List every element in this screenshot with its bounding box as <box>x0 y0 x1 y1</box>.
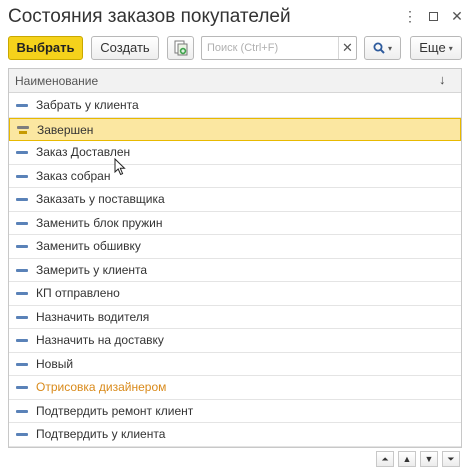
copy-add-icon <box>174 40 187 56</box>
row-label: КП отправлено <box>36 286 120 300</box>
catalog-item-icon <box>17 125 29 134</box>
magnifier-icon <box>373 42 385 54</box>
more-vertical-icon[interactable]: ⋮ <box>402 8 418 24</box>
row-label: Заказ Доставлен <box>36 145 131 159</box>
toolbar: Выбрать Создать ✕ ▾ Еще▾ <box>0 36 476 62</box>
catalog-item-icon <box>16 409 28 413</box>
catalog-item-icon <box>16 104 28 107</box>
row-label: Забрать у клиента <box>36 98 139 112</box>
table-row[interactable]: Отрисовка дизайнером <box>9 376 461 400</box>
catalog-item-icon <box>16 245 28 248</box>
row-label: Заменить обшивку <box>36 239 141 253</box>
more-label: Еще <box>419 40 446 55</box>
more-button[interactable]: Еще ▾ <box>410 36 462 60</box>
table-header[interactable]: Наименование ↓ <box>9 69 461 93</box>
create-button[interactable]: Создать <box>91 36 159 60</box>
copy-add-button[interactable] <box>167 36 194 60</box>
catalog-item-icon <box>16 174 28 178</box>
table-row[interactable]: Подтвердить у клиента <box>9 423 461 447</box>
chevron-down-icon: ▾ <box>387 43 392 53</box>
table-row[interactable]: Заменить обшивку <box>9 235 461 259</box>
search-field: ✕ <box>201 36 357 60</box>
table-row[interactable]: Назначить водителя <box>9 306 461 329</box>
catalog-item-icon <box>16 292 28 295</box>
window-title: Состояния заказов покупателей <box>8 6 291 27</box>
table-row[interactable]: Новый <box>9 353 461 376</box>
catalog-item-icon <box>16 315 28 319</box>
table-row[interactable]: Заказ Доставлен <box>9 141 461 165</box>
table-row[interactable]: Заказ собран <box>9 165 461 188</box>
table-row[interactable]: КП отправлено <box>9 282 461 306</box>
maximize-icon[interactable] <box>425 8 441 24</box>
row-label: Новый <box>36 356 74 371</box>
table-body: Забрать у клиента Завершен Заказ Доставл… <box>9 94 461 447</box>
scroll-down-button[interactable]: ▼ <box>420 451 438 467</box>
clear-search-icon[interactable]: ✕ <box>338 37 356 59</box>
catalog-item-icon <box>16 433 28 436</box>
row-label: Заменить блок пружин <box>36 215 163 230</box>
row-label: Отрисовка дизайнером <box>36 380 167 394</box>
table-row[interactable]: Подтвердить ремонт клиент <box>9 400 461 423</box>
row-label: Подтвердить ремонт клиент <box>36 403 194 418</box>
table-row[interactable]: Забрать у клиента <box>9 94 461 118</box>
row-label: Подтвердить у клиента <box>36 427 166 441</box>
catalog-item-icon <box>16 386 28 389</box>
table-row[interactable]: Заказать у поставщика <box>9 188 461 212</box>
chevron-down-icon: ▾ <box>448 43 453 53</box>
title-bar: Состояния заказов покупателей ⋮ ✕ <box>0 0 476 34</box>
row-label: Завершен <box>37 122 94 137</box>
catalog-item-icon <box>16 151 28 154</box>
row-label: Назначить водителя <box>36 309 150 324</box>
row-label: Заказ собран <box>36 168 111 183</box>
table-row[interactable]: Замерить у клиента <box>9 259 461 282</box>
scroll-last-button[interactable]: ⏷ <box>442 451 460 467</box>
states-table: Наименование ↓ Забрать у клиента Заверше… <box>8 68 462 448</box>
catalog-item-icon <box>16 362 28 366</box>
select-button[interactable]: Выбрать <box>8 36 83 60</box>
row-label: Назначить на доставку <box>36 333 164 347</box>
table-row-selected[interactable]: Завершен <box>9 117 461 141</box>
catalog-item-icon <box>16 221 28 225</box>
catalog-item-icon <box>16 198 28 201</box>
catalog-item-icon <box>16 339 28 342</box>
find-button[interactable]: ▾ <box>364 36 401 60</box>
mouse-cursor-icon <box>114 158 126 176</box>
row-label: Замерить у клиента <box>36 262 148 277</box>
search-input[interactable] <box>202 37 337 59</box>
column-header-name[interactable]: Наименование <box>15 74 98 88</box>
row-label: Заказать у поставщика <box>36 192 165 206</box>
catalog-item-icon <box>16 268 28 272</box>
close-icon[interactable]: ✕ <box>449 8 465 24</box>
table-row[interactable]: Назначить на доставку <box>9 329 461 353</box>
scroll-up-button[interactable]: ▲ <box>398 451 416 467</box>
scroll-first-button[interactable]: ⏶ <box>376 451 394 467</box>
sort-arrow-icon[interactable]: ↓ <box>439 72 446 87</box>
table-row[interactable]: Заменить блок пружин <box>9 212 461 235</box>
